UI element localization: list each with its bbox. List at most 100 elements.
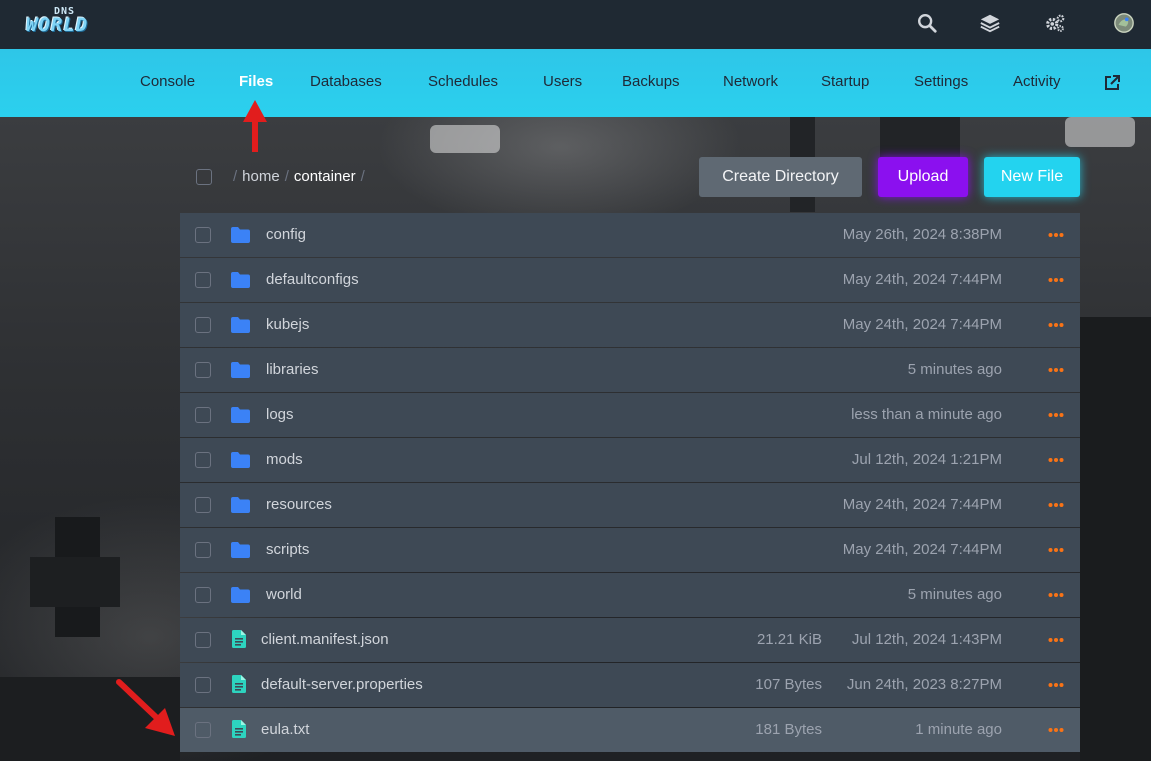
breadcrumb-separator: /: [233, 168, 238, 185]
more-options-icon[interactable]: [1048, 407, 1064, 423]
file-name[interactable]: scripts: [266, 541, 309, 558]
server-nav-bar: Console Files Databases Schedules Users …: [0, 49, 1151, 117]
layers-icon[interactable]: [979, 12, 1001, 34]
folder-icon: [231, 542, 250, 558]
file-row[interactable]: default-server.properties 107 Bytes Jun 24…: [180, 663, 1080, 707]
file-name[interactable]: kubejs: [266, 316, 309, 333]
more-options-icon[interactable]: [1048, 542, 1064, 558]
search-icon[interactable]: [916, 12, 938, 34]
breadcrumb-home[interactable]: home: [242, 168, 280, 185]
file-size: 21.21 KiB: [756, 631, 822, 648]
external-link-icon[interactable]: [1104, 75, 1120, 91]
nav-users[interactable]: Users: [543, 73, 582, 90]
logo-main-text: WORLD: [26, 14, 89, 36]
nav-startup[interactable]: Startup: [821, 73, 869, 90]
row-checkbox[interactable]: [195, 227, 211, 243]
file-modified: May 24th, 2024 7:44PM: [842, 271, 1002, 288]
top-bar: DNS WORLD: [0, 0, 1151, 49]
folder-icon: [231, 587, 250, 603]
file-modified: 1 minute ago: [915, 721, 1002, 738]
file-name[interactable]: client.manifest.json: [261, 631, 389, 648]
row-checkbox[interactable]: [195, 317, 211, 333]
file-row[interactable]: mods Jul 12th, 2024 1:21PM: [180, 438, 1080, 482]
file-row[interactable]: libraries 5 minutes ago: [180, 348, 1080, 392]
nav-settings[interactable]: Settings: [914, 73, 968, 90]
file-modified: Jul 12th, 2024 1:43PM: [851, 631, 1002, 648]
breadcrumb-container[interactable]: container: [294, 168, 356, 185]
file-modified: 5 minutes ago: [907, 586, 1002, 603]
more-options-icon[interactable]: [1048, 362, 1064, 378]
nav-files[interactable]: Files: [239, 73, 273, 90]
more-options-icon[interactable]: [1048, 272, 1064, 288]
file-modified: Jul 12th, 2024 1:21PM: [851, 451, 1002, 468]
row-checkbox[interactable]: [195, 587, 211, 603]
breadcrumb: / home / container /: [228, 168, 370, 185]
file-row[interactable]: config May 26th, 2024 8:38PM: [180, 213, 1080, 257]
file-name[interactable]: libraries: [266, 361, 319, 378]
more-options-icon[interactable]: [1048, 317, 1064, 333]
file-row[interactable]: world 5 minutes ago: [180, 573, 1080, 617]
folder-icon: [231, 272, 250, 288]
file-modified: less than a minute ago: [851, 406, 1002, 423]
more-options-icon[interactable]: [1048, 497, 1064, 513]
file-icon: [232, 630, 246, 648]
more-options-icon[interactable]: [1048, 587, 1064, 603]
file-name[interactable]: config: [266, 226, 306, 243]
more-options-icon[interactable]: [1048, 677, 1064, 693]
file-name[interactable]: logs: [266, 406, 294, 423]
file-row[interactable]: defaultconfigs May 24th, 2024 7:44PM: [180, 258, 1080, 302]
folder-icon: [231, 497, 250, 513]
row-checkbox[interactable]: [195, 407, 211, 423]
folder-icon: [231, 317, 250, 333]
dns-world-logo[interactable]: DNS WORLD: [26, 6, 112, 36]
file-row[interactable]: kubejs May 24th, 2024 7:44PM: [180, 303, 1080, 347]
row-checkbox[interactable]: [195, 362, 211, 378]
folder-icon: [231, 227, 250, 243]
row-checkbox[interactable]: [195, 722, 211, 738]
file-name[interactable]: world: [266, 586, 302, 603]
row-checkbox[interactable]: [195, 497, 211, 513]
avatar-icon[interactable]: [1113, 12, 1135, 34]
row-checkbox[interactable]: [195, 632, 211, 648]
more-options-icon[interactable]: [1048, 452, 1064, 468]
more-options-icon[interactable]: [1048, 632, 1064, 648]
nav-network[interactable]: Network: [723, 73, 778, 90]
nav-databases[interactable]: Databases: [310, 73, 382, 90]
row-checkbox[interactable]: [195, 272, 211, 288]
nav-schedules[interactable]: Schedules: [428, 73, 498, 90]
file-name[interactable]: eula.txt: [261, 721, 309, 738]
file-row[interactable]: resources May 24th, 2024 7:44PM: [180, 483, 1080, 527]
file-modified: Jun 24th, 2023 8:27PM: [846, 676, 1002, 693]
file-modified: May 24th, 2024 7:44PM: [842, 496, 1002, 513]
file-row[interactable]: logs less than a minute ago: [180, 393, 1080, 437]
more-options-icon[interactable]: [1048, 722, 1064, 738]
nav-backups[interactable]: Backups: [622, 73, 680, 90]
breadcrumb-separator: /: [360, 168, 365, 185]
more-options-icon[interactable]: [1048, 227, 1064, 243]
file-modified: May 26th, 2024 8:38PM: [842, 226, 1002, 243]
upload-button[interactable]: Upload: [878, 157, 968, 197]
file-name[interactable]: resources: [266, 496, 332, 513]
file-row[interactable]: eula.txt 181 Bytes 1 minute ago: [180, 708, 1080, 752]
folder-icon: [231, 452, 250, 468]
new-file-button[interactable]: New File: [984, 157, 1080, 197]
breadcrumb-separator: /: [284, 168, 289, 185]
create-directory-button[interactable]: Create Directory: [699, 157, 862, 197]
nav-console[interactable]: Console: [140, 73, 195, 90]
annotation-arrow-diagonal: [115, 678, 177, 738]
select-all-checkbox[interactable]: [196, 169, 212, 185]
folder-icon: [231, 407, 250, 423]
file-size: 107 Bytes: [755, 676, 822, 693]
file-row[interactable]: scripts May 24th, 2024 7:44PM: [180, 528, 1080, 572]
row-checkbox[interactable]: [195, 452, 211, 468]
file-row[interactable]: client.manifest.json 21.21 KiB Jul 12th, 2…: [180, 618, 1080, 662]
file-name[interactable]: default-server.properties: [261, 676, 423, 693]
nav-activity[interactable]: Activity: [1013, 73, 1061, 90]
folder-icon: [231, 362, 250, 378]
file-size: 181 Bytes: [755, 721, 822, 738]
row-checkbox[interactable]: [195, 542, 211, 558]
row-checkbox[interactable]: [195, 677, 211, 693]
cogs-icon[interactable]: [1044, 12, 1066, 34]
file-name[interactable]: mods: [266, 451, 303, 468]
file-name[interactable]: defaultconfigs: [266, 271, 359, 288]
